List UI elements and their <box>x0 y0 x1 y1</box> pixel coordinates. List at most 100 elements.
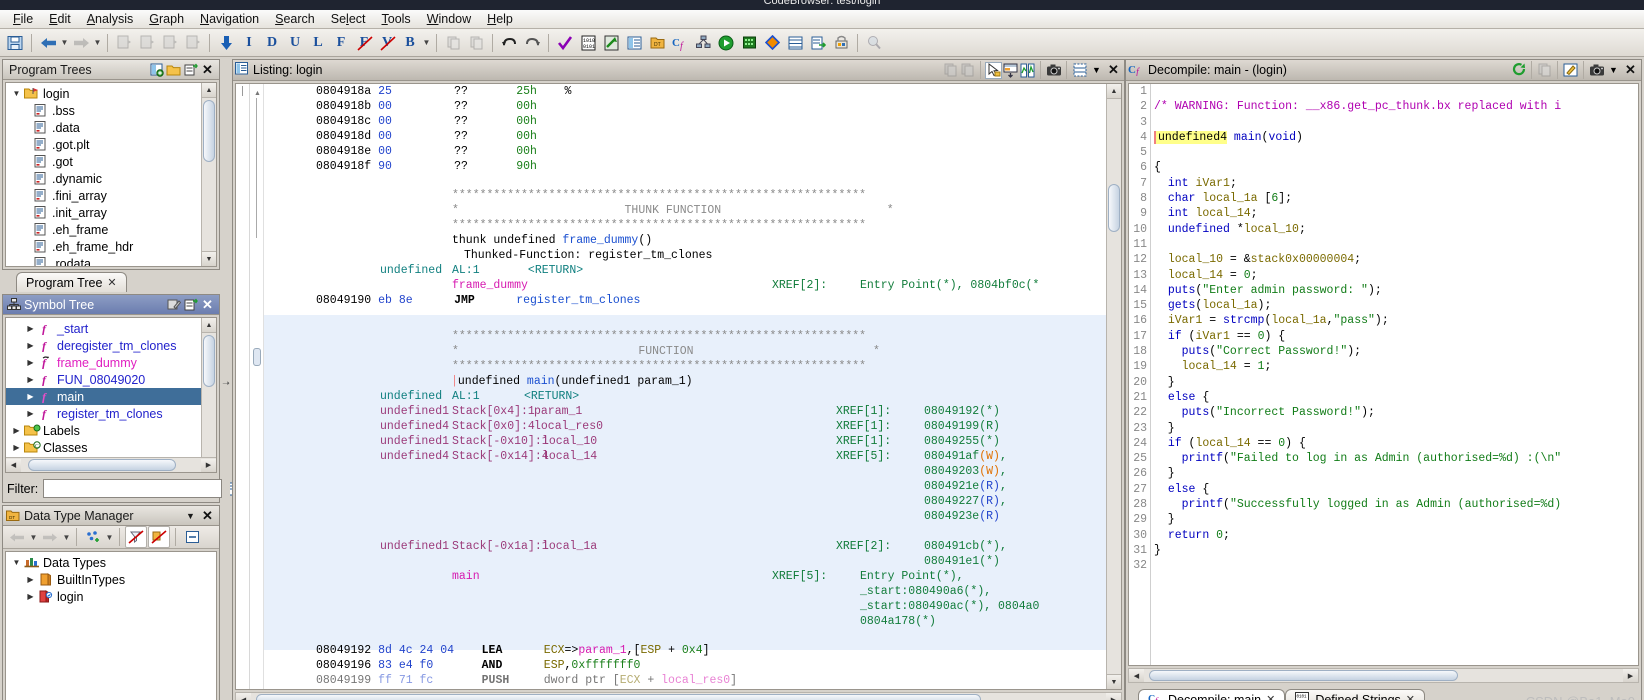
tree-item-ehframehdr[interactable]: .eh_frame_hdr <box>6 238 216 255</box>
scroll-down-icon[interactable]: ▼ <box>1107 674 1121 689</box>
copy-special-2-icon[interactable] <box>465 32 487 54</box>
program-trees-scrollbar[interactable]: ▲ ▼ <box>201 83 216 266</box>
chevron-down-icon[interactable]: ▼ <box>10 89 23 98</box>
tree-root-login[interactable]: ▼ login <box>6 85 216 102</box>
code-line[interactable]: local_10 = &stack0x00000004; <box>1151 252 1638 267</box>
symbol-folder-classes[interactable]: ▶ C Classes <box>6 439 216 456</box>
scroll-right-icon[interactable]: ▶ <box>201 458 216 472</box>
export-icon[interactable] <box>807 32 829 54</box>
save-icon[interactable] <box>4 32 26 54</box>
symbol-tree-scrollbar[interactable]: ▲ ▼ <box>201 318 216 472</box>
tab-program-tree[interactable]: Program Tree ✕ <box>16 272 127 292</box>
tree-item-rodata[interactable]: .rodata <box>6 255 216 266</box>
forward-dropdown-caret-icon[interactable]: ▼ <box>93 38 102 47</box>
datatype-item-builtintypes[interactable]: ▶ BuiltInTypes <box>6 571 216 588</box>
chevron-right-icon[interactable]: ▶ <box>24 592 37 601</box>
chevron-right-icon[interactable]: ▶ <box>10 426 23 435</box>
program-trees-tree[interactable]: ▼ login .bss .data .got.plt .got .dynami… <box>5 82 217 267</box>
forward-dropdown-caret-icon[interactable]: ▼ <box>62 533 71 542</box>
symbol-item-_start[interactable]: ▶ f _start <box>6 320 216 337</box>
cursor-icon[interactable] <box>985 61 1002 79</box>
scroll-right-icon[interactable]: ▶ <box>1106 693 1121 700</box>
menu-graph[interactable]: Graph <box>142 11 191 27</box>
code-line[interactable]: } <box>1151 466 1638 481</box>
instruction-row[interactable]: 08049199 ff 71 fc PUSH dword ptr [ECX + … <box>316 673 737 688</box>
filter-off-icon[interactable] <box>125 526 147 548</box>
listing-body[interactable]: ▲ 0804918a 25 ?? 25h % 0804918b 00 ?? 00… <box>235 83 1122 690</box>
code-line[interactable]: else { <box>1151 482 1638 497</box>
search-memory-icon[interactable] <box>863 32 885 54</box>
run-icon[interactable] <box>715 32 737 54</box>
filter-pointer-off-icon[interactable] <box>148 526 170 548</box>
code-line[interactable]: iVar1 = strcmp(local_1a,"pass"); <box>1151 313 1638 328</box>
snapshot-1-icon[interactable] <box>113 32 135 54</box>
copy-special-1-icon[interactable] <box>442 32 464 54</box>
code-line[interactable] <box>1151 558 1638 573</box>
instruction-row[interactable]: 08049196 83 e4 f0 AND ESP,0xfffffff0 <box>316 658 640 673</box>
function-graph-icon[interactable] <box>692 32 714 54</box>
chevron-right-icon[interactable]: ▶ <box>24 392 37 401</box>
code-line[interactable]: /* WARNING: Function: __x86.get_pc_thunk… <box>1151 99 1638 114</box>
chevron-right-icon[interactable]: ▶ <box>24 409 37 418</box>
scrollbar-thumb[interactable] <box>203 100 215 162</box>
add-icon[interactable] <box>182 296 199 313</box>
instruction-row[interactable]: 08049192 8d 4c 24 04 LEA ECX=>param_1,[E… <box>316 643 710 658</box>
filter-input[interactable] <box>43 479 223 498</box>
datatype-root[interactable]: ▼ Data Types <box>6 554 216 571</box>
symbol-tree-tree[interactable]: ▶ f _start ▶ f deregister_tm_clones ▶ f <box>5 317 217 473</box>
code-line[interactable]: } <box>1151 543 1638 558</box>
code-line[interactable]: puts("Incorrect Password!"); <box>1151 405 1638 420</box>
code-line[interactable]: int iVar1; <box>1151 176 1638 191</box>
tree-item-data[interactable]: .data <box>6 119 216 136</box>
code-line[interactable]: printf("Failed to log in as Admin (autho… <box>1151 451 1638 466</box>
scroll-left-icon[interactable]: ◀ <box>1129 669 1144 682</box>
checkmark-icon[interactable] <box>554 32 576 54</box>
menu-window[interactable]: Window <box>420 11 478 27</box>
back-dropdown-caret-icon[interactable]: ▼ <box>29 533 38 542</box>
symbol-item-register_tm_clones[interactable]: ▶ f register_tm_clones <box>6 405 216 422</box>
table-icon[interactable] <box>784 32 806 54</box>
close-icon[interactable]: ✕ <box>1622 62 1639 79</box>
menu-caret-icon[interactable]: ▼ <box>1605 62 1622 79</box>
tree-item-bss[interactable]: .bss <box>6 102 216 119</box>
left-splitter[interactable]: ➝ <box>222 57 230 700</box>
scrollbar-thumb[interactable] <box>203 335 215 387</box>
tab-close-icon[interactable]: ✕ <box>1266 693 1275 700</box>
symbol-item-deregister_tm_clones[interactable]: ▶ f deregister_tm_clones <box>6 337 216 354</box>
archive-icon[interactable] <box>830 32 852 54</box>
decompiler-body[interactable]: 1 2 3 4 5 6 7 8 9 10 11 12 13 14 15 16 17 18 19 20 21 22 23 24 2… <box>1128 83 1639 666</box>
diamond-icon[interactable] <box>761 32 783 54</box>
symbol-item-FUN_08049020[interactable]: ▶ f FUN_08049020 <box>6 371 216 388</box>
back-arrow-icon[interactable] <box>37 32 59 54</box>
tree-item-finiarray[interactable]: .fini_array <box>6 187 216 204</box>
letter-L-icon[interactable]: L <box>307 32 329 54</box>
code-line[interactable]: } <box>1151 375 1638 390</box>
code-line[interactable]: gets(local_1a); <box>1151 298 1638 313</box>
scrollbar-thumb[interactable] <box>28 459 176 471</box>
code-line[interactable]: local_14 = 0; <box>1151 268 1638 283</box>
letter-F-strike-icon[interactable]: F <box>353 32 375 54</box>
datatype-item-login[interactable]: ▶ login <box>6 588 216 605</box>
refresh-icon[interactable] <box>1510 62 1527 79</box>
scroll-left-icon[interactable]: ◀ <box>236 693 251 700</box>
paste-icon[interactable] <box>959 62 976 79</box>
scroll-up-icon[interactable]: ▲ <box>202 83 216 98</box>
code-line[interactable]: local_14 = 1; <box>1151 359 1638 374</box>
tree-item-gotplt[interactable]: .got.plt <box>6 136 216 153</box>
tree-item-dynamic[interactable]: .dynamic <box>6 170 216 187</box>
close-icon[interactable]: ✕ <box>199 61 216 78</box>
open-folder-icon[interactable] <box>165 61 182 78</box>
decompiler-code[interactable]: /* WARNING: Function: __x86.get_pc_thunk… <box>1151 84 1638 665</box>
code-line[interactable] <box>1151 115 1638 130</box>
tab-defined-strings[interactable]: 0101DAT Defined Strings ✕ <box>1285 689 1425 700</box>
code-line[interactable]: int local_14; <box>1151 206 1638 221</box>
tree-item-got[interactable]: .got <box>6 153 216 170</box>
listing-icon[interactable] <box>623 32 645 54</box>
tab-decompile-main[interactable]: Cf Decompile: main ✕ <box>1138 689 1286 700</box>
letter-F-icon[interactable]: F <box>330 32 352 54</box>
toggle-fields-icon[interactable] <box>1002 62 1019 79</box>
symbol-folder-labels[interactable]: ▶ Labels <box>6 422 216 439</box>
chevron-down-icon[interactable]: ▼ <box>10 558 23 567</box>
code-line[interactable]: printf("Successfully logged in as Admin … <box>1151 497 1638 512</box>
menu-help[interactable]: Help <box>480 11 520 27</box>
